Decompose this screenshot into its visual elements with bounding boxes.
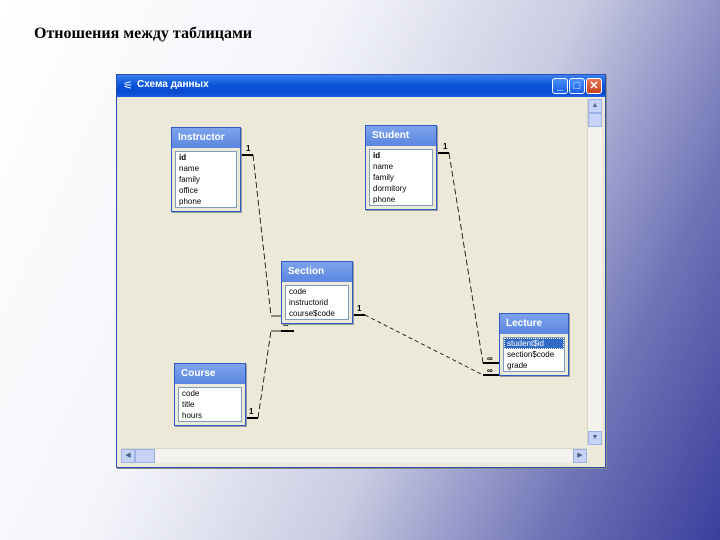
field-item[interactable]: phone [176, 196, 236, 207]
relationship-line-course-section [246, 330, 294, 419]
scroll-right-icon[interactable]: ▶ [573, 449, 587, 463]
scroll-left-icon[interactable]: ◀ [121, 449, 135, 463]
field-item[interactable]: id [176, 152, 236, 163]
field-item[interactable]: title [179, 399, 241, 410]
field-list[interactable]: student$id section$code grade [503, 337, 565, 372]
field-item[interactable]: course$code [286, 308, 348, 319]
horizontal-scroll-thumb[interactable] [135, 449, 155, 463]
table-title[interactable]: Course [175, 364, 245, 384]
field-item[interactable]: family [176, 174, 236, 185]
field-item-selected[interactable]: student$id [504, 338, 564, 349]
field-item[interactable]: office [176, 185, 236, 196]
field-item[interactable]: hours [179, 410, 241, 421]
table-section[interactable]: Section code instructorid course$code [281, 261, 353, 324]
field-item[interactable]: id [370, 150, 432, 161]
field-item[interactable]: family [370, 172, 432, 183]
field-item[interactable]: instructorid [286, 297, 348, 308]
table-title[interactable]: Lecture [500, 314, 568, 334]
relationships-icon: ⚟ [123, 80, 133, 92]
table-title[interactable]: Section [282, 262, 352, 282]
relationship-line-section-lecture [353, 314, 499, 376]
field-item[interactable]: grade [504, 360, 564, 371]
table-lecture[interactable]: Lecture student$id section$code grade [499, 313, 569, 376]
table-student[interactable]: Student id name family dormitory phone [365, 125, 437, 210]
field-item[interactable]: name [370, 161, 432, 172]
relationship-many-label: ∞ [487, 366, 493, 375]
maximize-button[interactable]: □ [569, 78, 585, 94]
field-list[interactable]: id name family dormitory phone [369, 149, 433, 206]
table-course[interactable]: Course code title hours [174, 363, 246, 426]
field-item[interactable]: dormitory [370, 183, 432, 194]
relationship-one-label: 1 [246, 144, 251, 153]
relationship-line-student-lecture [437, 152, 499, 364]
field-item[interactable]: code [179, 388, 241, 399]
field-item[interactable]: code [286, 286, 348, 297]
relationships-window: ⚟ Схема данных _ □ ✕ 1 1 1 1 ∞ ∞ ∞ Instr… [116, 74, 606, 468]
slide-title: Отношения между таблицами [34, 25, 253, 42]
relationship-one-label: 1 [357, 304, 362, 313]
field-list[interactable]: id name family office phone [175, 151, 237, 208]
resize-grip[interactable] [588, 449, 602, 463]
table-title[interactable]: Student [366, 126, 436, 146]
minimize-button[interactable]: _ [552, 78, 568, 94]
relationships-canvas[interactable]: 1 1 1 1 ∞ ∞ ∞ ∞ Instructor id name famil… [121, 99, 587, 445]
relationship-one-label: 1 [249, 407, 254, 416]
field-item[interactable]: section$code [504, 349, 564, 360]
field-list[interactable]: code instructorid course$code [285, 285, 349, 320]
relationship-many-label: ∞ [487, 354, 493, 363]
close-button[interactable]: ✕ [586, 78, 602, 94]
field-list[interactable]: code title hours [178, 387, 242, 422]
field-item[interactable]: name [176, 163, 236, 174]
table-instructor[interactable]: Instructor id name family office phone [171, 127, 241, 212]
horizontal-scrollbar[interactable]: ◀ ▶ [121, 448, 587, 463]
vertical-scroll-thumb[interactable] [588, 113, 602, 127]
vertical-scrollbar[interactable]: ▲ ▼ [587, 99, 602, 445]
scroll-up-icon[interactable]: ▲ [588, 99, 602, 113]
relationship-one-label: 1 [443, 142, 448, 151]
scroll-down-icon[interactable]: ▼ [588, 431, 602, 445]
window-titlebar[interactable]: ⚟ Схема данных _ □ ✕ [117, 75, 605, 97]
window-title: Схема данных [137, 79, 209, 90]
field-item[interactable]: phone [370, 194, 432, 205]
table-title[interactable]: Instructor [172, 128, 240, 148]
